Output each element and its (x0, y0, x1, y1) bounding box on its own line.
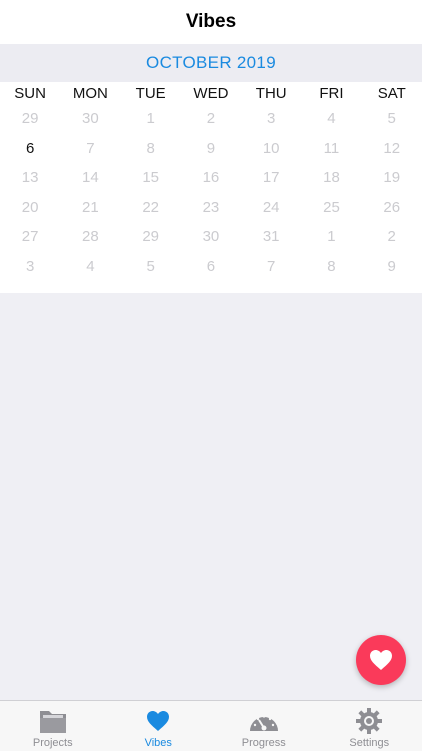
add-vibe-button[interactable] (356, 635, 406, 685)
weekday-header: SUN MON TUE WED THU FRI SAT (0, 82, 422, 104)
calendar-day[interactable]: 3 (241, 110, 301, 127)
tab-label: Vibes (145, 737, 172, 749)
calendar-day[interactable]: 25 (301, 199, 361, 216)
calendar: SUN MON TUE WED THU FRI SAT 293012345678… (0, 82, 422, 293)
calendar-day[interactable]: 11 (301, 140, 361, 157)
calendar-week-row: 6789101112 (0, 134, 422, 164)
gauge-icon (248, 707, 280, 735)
tab-label: Progress (242, 737, 286, 749)
calendar-day[interactable]: 17 (241, 169, 301, 186)
tab-label: Projects (33, 737, 73, 749)
calendar-day[interactable]: 26 (362, 199, 422, 216)
weekday-label: WED (181, 85, 241, 102)
tab-label: Settings (349, 737, 389, 749)
calendar-day[interactable]: 23 (181, 199, 241, 216)
heart-icon (369, 649, 393, 671)
calendar-day[interactable]: 15 (121, 169, 181, 186)
calendar-day[interactable]: 29 (121, 228, 181, 245)
calendar-day[interactable]: 28 (60, 228, 120, 245)
calendar-week-row: 272829303112 (0, 222, 422, 252)
weekday-label: SUN (0, 85, 60, 102)
calendar-day[interactable]: 19 (362, 169, 422, 186)
folder-icon (37, 707, 69, 735)
calendar-day[interactable]: 30 (60, 110, 120, 127)
calendar-day[interactable]: 27 (0, 228, 60, 245)
calendar-day[interactable]: 13 (0, 169, 60, 186)
calendar-day[interactable]: 8 (301, 258, 361, 275)
calendar-day[interactable]: 6 (0, 140, 60, 157)
weekday-label: MON (60, 85, 120, 102)
calendar-week-row: 13141516171819 (0, 163, 422, 193)
calendar-day[interactable]: 4 (301, 110, 361, 127)
month-label: OCTOBER 2019 (146, 53, 276, 73)
tab-projects[interactable]: Projects (0, 701, 106, 751)
calendar-day[interactable]: 16 (181, 169, 241, 186)
calendar-day[interactable]: 8 (121, 140, 181, 157)
calendar-day[interactable]: 22 (121, 199, 181, 216)
calendar-day[interactable]: 4 (60, 258, 120, 275)
tab-progress[interactable]: Progress (211, 701, 317, 751)
weekday-label: TUE (121, 85, 181, 102)
heart-icon (142, 707, 174, 735)
calendar-day[interactable]: 1 (121, 110, 181, 127)
calendar-week-row: 20212223242526 (0, 193, 422, 223)
weekday-label: SAT (362, 85, 422, 102)
calendar-grid: 2930123456789101112131415161718192021222… (0, 104, 422, 281)
weekday-label: THU (241, 85, 301, 102)
tab-vibes[interactable]: Vibes (106, 701, 212, 751)
calendar-day[interactable]: 10 (241, 140, 301, 157)
calendar-day[interactable]: 9 (181, 140, 241, 157)
calendar-day[interactable]: 7 (60, 140, 120, 157)
calendar-day[interactable]: 6 (181, 258, 241, 275)
calendar-day[interactable]: 31 (241, 228, 301, 245)
calendar-day[interactable]: 24 (241, 199, 301, 216)
gear-icon (353, 707, 385, 735)
calendar-day[interactable]: 18 (301, 169, 361, 186)
tab-settings[interactable]: Settings (317, 701, 422, 751)
calendar-day[interactable]: 7 (241, 258, 301, 275)
calendar-day[interactable]: 21 (60, 199, 120, 216)
calendar-day[interactable]: 12 (362, 140, 422, 157)
tab-bar: Projects Vibes Progress (0, 700, 422, 751)
calendar-day[interactable]: 29 (0, 110, 60, 127)
calendar-day[interactable]: 1 (301, 228, 361, 245)
calendar-week-row: 3456789 (0, 252, 422, 282)
calendar-day[interactable]: 2 (362, 228, 422, 245)
nav-bar: Vibes (0, 0, 422, 44)
weekday-label: FRI (301, 85, 361, 102)
calendar-day[interactable]: 3 (0, 258, 60, 275)
month-header: OCTOBER 2019 (0, 44, 422, 82)
calendar-week-row: 293012345 (0, 104, 422, 134)
calendar-day[interactable]: 9 (362, 258, 422, 275)
calendar-day[interactable]: 5 (362, 110, 422, 127)
calendar-day[interactable]: 30 (181, 228, 241, 245)
calendar-day[interactable]: 5 (121, 258, 181, 275)
calendar-day[interactable]: 14 (60, 169, 120, 186)
page-title: Vibes (186, 11, 236, 33)
calendar-day[interactable]: 2 (181, 110, 241, 127)
calendar-day[interactable]: 20 (0, 199, 60, 216)
